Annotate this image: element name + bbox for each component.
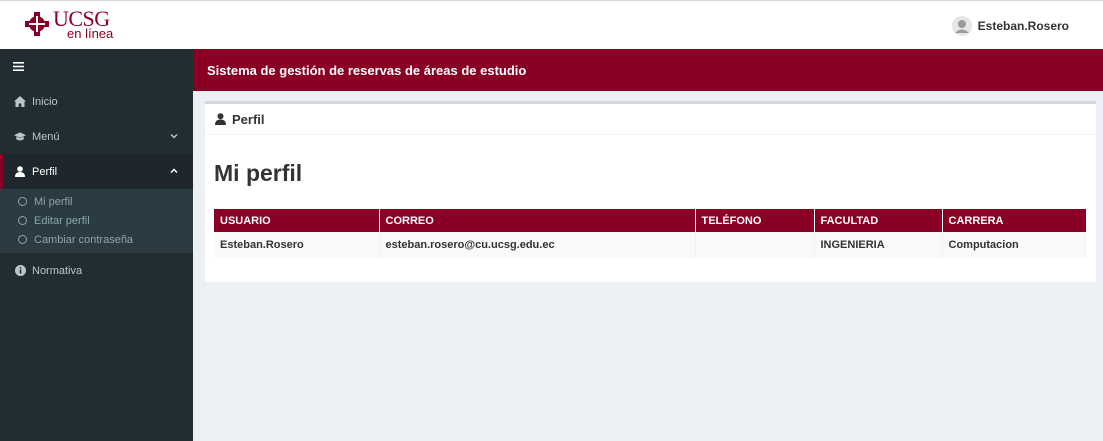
chevron-down-icon [169,131,179,141]
top-navbar: UCSG en línea Esteban.Rosero [0,0,1103,49]
logo-sub-text: en línea [67,26,114,41]
cell-correo: esteban.rosero@cu.ucsg.edu.ec [379,232,696,258]
column-header-correo: CORREO [379,209,696,232]
table-row: Esteban.Rosero esteban.rosero@cu.ucsg.ed… [214,232,1086,258]
column-header-facultad: FACULTAD [814,209,943,232]
user-icon [215,113,227,125]
column-header-usuario: USUARIO [214,209,380,232]
column-header-telefono: TELÉFONO [695,209,815,232]
ucsg-cross-logo-icon [24,11,50,37]
sidebar: Inicio Menú Perfil Mi perfil Editar perf… [0,49,193,441]
cell-telefono [695,232,815,258]
sidebar-item-inicio[interactable]: Inicio [0,84,193,119]
cell-facultad: INGENIERIA [814,232,943,258]
sidebar-item-label: Inicio [32,95,58,108]
home-icon [14,96,26,108]
profile-table: USUARIO CORREO TELÉFONO FACULTAD CARRERA… [214,209,1086,258]
circle-icon [18,197,27,206]
box-header-title: Perfil [232,111,265,127]
user-icon [14,166,26,178]
hamburger-icon [13,62,24,71]
ucsg-logo[interactable]: UCSG en línea [24,8,113,40]
graduation-cap-icon [14,131,26,143]
sidebar-item-label: Menú [32,130,60,143]
submenu-item-editar-perfil[interactable]: Editar perfil [0,211,193,230]
sidebar-item-label: Perfil [32,165,58,178]
user-menu[interactable]: Esteban.Rosero [951,16,1069,36]
page-title: Mi perfil [214,160,303,186]
user-avatar-icon [951,16,972,36]
table-header-row: USUARIO CORREO TELÉFONO FACULTAD CARRERA [214,209,1086,232]
info-icon [14,265,26,277]
submenu-item-mi-perfil[interactable]: Mi perfil [0,192,193,211]
submenu-item-label: Editar perfil [34,214,90,227]
sidebar-item-perfil[interactable]: Perfil [0,154,193,189]
column-header-carrera: CARRERA [942,209,1086,232]
cell-usuario: Esteban.Rosero [214,232,380,258]
sidebar-toggle[interactable] [0,49,193,84]
app-title: Sistema de gestión de reservas de áreas … [207,62,527,78]
cell-carrera: Computacion [942,232,1086,258]
sidebar-item-menu[interactable]: Menú [0,119,193,154]
circle-icon [18,216,27,225]
submenu-item-label: Cambiar contraseña [34,233,134,246]
chevron-up-icon [169,166,179,176]
app-header: Sistema de gestión de reservas de áreas … [193,49,1103,91]
sidebar-item-normativa[interactable]: Normativa [0,253,193,288]
submenu-item-cambiar-contrasena[interactable]: Cambiar contraseña [0,230,193,249]
perfil-submenu: Mi perfil Editar perfil Cambiar contrase… [0,189,193,253]
circle-icon [18,235,27,244]
profile-box: Perfil Mi perfil USUARIO CORREO TELÉFONO… [205,101,1096,282]
username-label: Esteban.Rosero [977,19,1069,33]
box-header: Perfil [205,104,1096,135]
sidebar-item-label: Normativa [32,264,83,277]
submenu-item-label: Mi perfil [34,195,73,208]
